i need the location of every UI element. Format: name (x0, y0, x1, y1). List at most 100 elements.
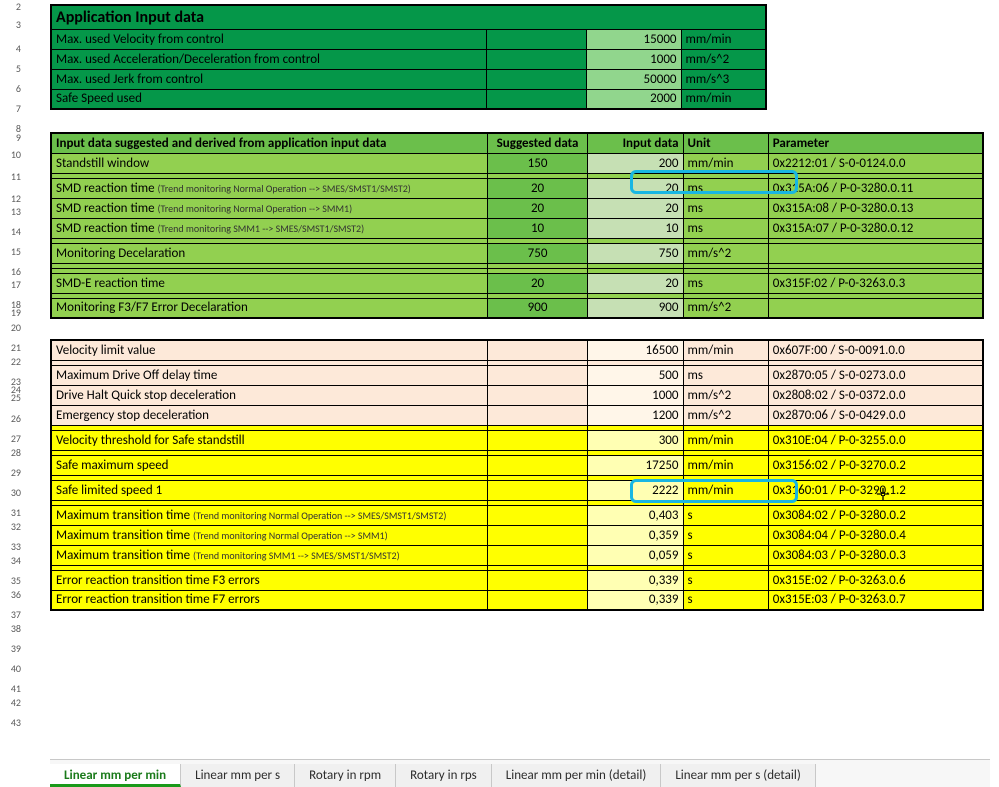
mondecel-label: Monitoring Decelaration (51, 243, 487, 263)
safemax-val[interactable]: 17250 (588, 455, 683, 475)
app-jerk-label: Max. used Jerk from control (51, 69, 486, 89)
smde-par: 0x315F:02 / P-0-3263.0.3 (768, 273, 983, 293)
smd2-label: SMD reaction time (Trend monitoring Norm… (51, 198, 487, 218)
smd3-inp[interactable]: 10 (588, 218, 683, 238)
app-velocity-unit: mm/min (681, 29, 766, 49)
velthresh-unit: mm/min (683, 430, 768, 450)
maxoff-label: Maximum Drive Off delay time (51, 365, 487, 385)
errf3-label: Error reaction transition time F3 errors (51, 570, 487, 590)
tab-linear-mm-per-min-detail[interactable]: Linear mm per min (detail) (492, 764, 662, 787)
smd1-par: 0x315A:06 / P-0-3280.0.11 (768, 178, 983, 198)
smd2-inp[interactable]: 20 (588, 198, 683, 218)
smd3-label: SMD reaction time (Trend monitoring SMM1… (51, 218, 487, 238)
derived-header-par: Parameter (768, 133, 983, 153)
derived-header-title: Input data suggested and derived from ap… (51, 133, 487, 153)
mondecel-par (768, 243, 983, 263)
safelim1-unit: mm/min (683, 480, 768, 500)
emstop-par: 0x2870:06 / S-0-0429.0.0 (768, 405, 983, 425)
standstill-inp[interactable]: 200 (588, 153, 683, 173)
haltqs-unit: mm/s^2 (683, 385, 768, 405)
smd1-sug: 20 (487, 178, 587, 198)
smd3-unit: ms (683, 218, 768, 238)
errf3-par: 0x315E:02 / P-0-3263.0.6 (768, 570, 983, 590)
app-jerk-value[interactable]: 50000 (586, 69, 681, 89)
safelim1-val[interactable]: 2222 (588, 480, 683, 500)
tab-linear-mm-per-s-detail[interactable]: Linear mm per s (detail) (661, 764, 815, 787)
derived-header-sug: Suggested data (487, 133, 587, 153)
smd1-label: SMD reaction time (Trend monitoring Norm… (51, 178, 487, 198)
mtt3-par: 0x3084:03 / P-0-3280.0.3 (768, 545, 983, 565)
velthresh-label: Velocity threshold for Safe standstill (51, 430, 487, 450)
monf3f7-par (768, 298, 983, 318)
app-accel-unit: mm/s^2 (681, 49, 766, 69)
tab-rotary-rpm[interactable]: Rotary in rpm (295, 764, 396, 787)
errf7-label: Error reaction transition time F7 errors (51, 590, 487, 610)
mtt3-val[interactable]: 0,059 (588, 545, 683, 565)
emstop-label: Emergency stop deceleration (51, 405, 487, 425)
velthresh-par: 0x310E:04 / P-0-3255.0.0 (768, 430, 983, 450)
app-velocity-label: Max. used Velocity from control (51, 29, 486, 49)
mondecel-inp[interactable]: 750 (588, 243, 683, 263)
smd3-sug: 10 (487, 218, 587, 238)
app-accel-value[interactable]: 1000 (586, 49, 681, 69)
mtt3-label: Maximum transition time (Trend monitorin… (51, 545, 487, 565)
smd2-unit: ms (683, 198, 768, 218)
monf3f7-sug: 900 (487, 298, 587, 318)
app-accel-label: Max. used Acceleration/Deceleration from… (51, 49, 486, 69)
app-safespeed-value[interactable]: 2000 (586, 89, 681, 109)
mtt1-par: 0x3084:02 / P-0-3280.0.2 (768, 505, 983, 525)
mtt1-label: Maximum transition time (Trend monitorin… (51, 505, 487, 525)
smd1-inp[interactable]: 20 (588, 178, 683, 198)
mtt1-val[interactable]: 0,403 (588, 505, 683, 525)
safemax-label: Safe maximum speed (51, 455, 487, 475)
tab-rotary-rps[interactable]: Rotary in rps (396, 764, 492, 787)
mtt2-par: 0x3084:04 / P-0-3280.0.4 (768, 525, 983, 545)
monf3f7-label: Monitoring F3/F7 Error Decelaration (51, 298, 487, 318)
mondecel-sug: 750 (487, 243, 587, 263)
mtt1-unit: s (683, 505, 768, 525)
smde-unit: ms (683, 273, 768, 293)
derived-table: Input data suggested and derived from ap… (50, 132, 984, 611)
mtt2-unit: s (683, 525, 768, 545)
smde-sug: 20 (487, 273, 587, 293)
vellimit-val[interactable]: 16500 (588, 340, 683, 360)
safelim1-label: Safe limited speed 1 (51, 480, 487, 500)
emstop-unit: mm/s^2 (683, 405, 768, 425)
errf3-unit: s (683, 570, 768, 590)
monf3f7-inp[interactable]: 900 (588, 298, 683, 318)
haltqs-val[interactable]: 1000 (588, 385, 683, 405)
emstop-val[interactable]: 1200 (588, 405, 683, 425)
safemax-par: 0x3156:02 / P-0-3270.0.2 (768, 455, 983, 475)
app-velocity-value[interactable]: 15000 (586, 29, 681, 49)
vellimit-unit: mm/min (683, 340, 768, 360)
mondecel-unit: mm/s^2 (683, 243, 768, 263)
app-safespeed-unit: mm/min (681, 89, 766, 109)
cursor-icon (876, 487, 890, 501)
spreadsheet-viewport: 2 3 4 5 6 7 8 9 10 11 12 13 14 15 16 17 … (0, 0, 999, 787)
tab-linear-mm-per-s[interactable]: Linear mm per s (181, 764, 295, 787)
mtt2-label: Maximum transition time (Trend monitorin… (51, 525, 487, 545)
velthresh-val[interactable]: 300 (588, 430, 683, 450)
derived-header-inp: Input data (588, 133, 683, 153)
errf7-val[interactable]: 0,339 (588, 590, 683, 610)
app-jerk-unit: mm/s^3 (681, 69, 766, 89)
mtt2-val[interactable]: 0,359 (588, 525, 683, 545)
safemax-unit: mm/min (683, 455, 768, 475)
maxoff-par: 0x2870:05 / S-0-0273.0.0 (768, 365, 983, 385)
tab-linear-mm-per-min[interactable]: Linear mm per min (50, 764, 181, 787)
standstill-par: 0x2212:01 / S-0-0124.0.0 (768, 153, 983, 173)
errf7-unit: s (683, 590, 768, 610)
standstill-sug: 150 (487, 153, 587, 173)
smde-inp[interactable]: 20 (588, 273, 683, 293)
vellimit-par: 0x607F:00 / S-0-0091.0.0 (768, 340, 983, 360)
app-safespeed-label: Safe Speed used (51, 89, 486, 109)
maxoff-val[interactable]: 500 (588, 365, 683, 385)
smd2-sug: 20 (487, 198, 587, 218)
smd1-unit: ms (683, 178, 768, 198)
sheet-content: Application Input data Max. used Velocit… (50, 4, 984, 611)
haltqs-label: Drive Halt Quick stop deceleration (51, 385, 487, 405)
errf3-val[interactable]: 0,339 (588, 570, 683, 590)
smde-label: SMD-E reaction time (51, 273, 487, 293)
vellimit-label: Velocity limit value (51, 340, 487, 360)
mtt3-unit: s (683, 545, 768, 565)
